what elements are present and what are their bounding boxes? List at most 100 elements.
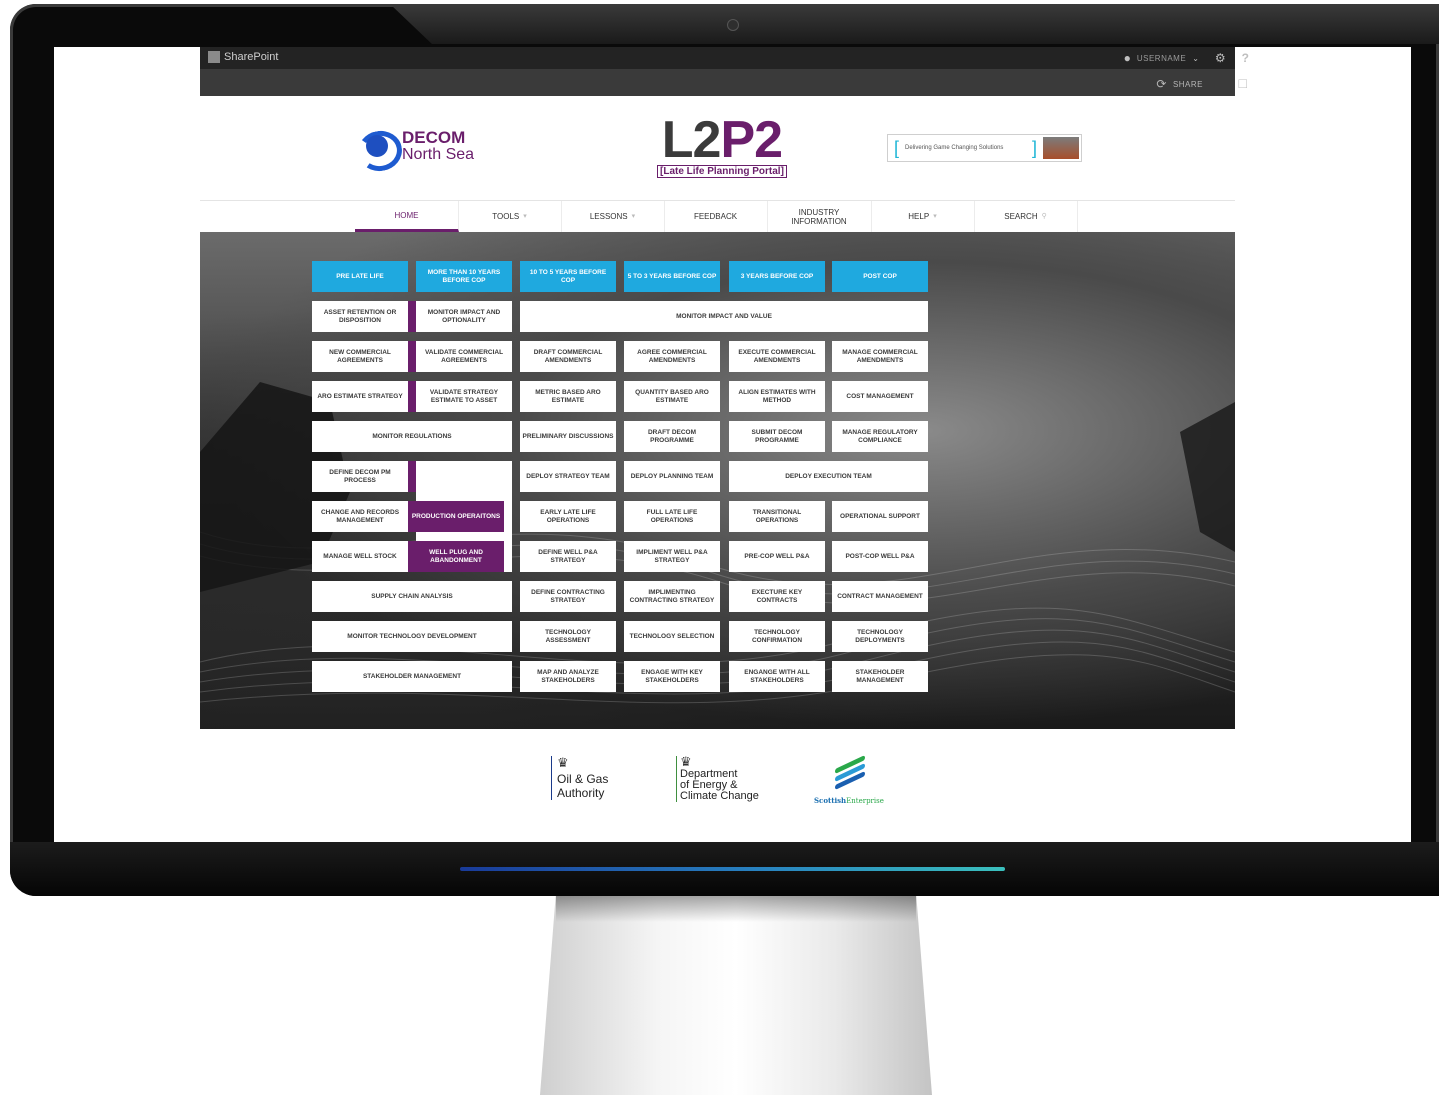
matrix-cell[interactable]: DEPLOY PLANNING TEAM — [624, 461, 720, 492]
matrix-cell[interactable]: DEFINE WELL P&A STRATEGY — [520, 541, 616, 572]
matrix-cell[interactable]: CHANGE AND RECORDS MANAGEMENT — [312, 501, 408, 532]
matrix-cell[interactable]: TECHNOLOGY ASSESSMENT — [520, 621, 616, 652]
matrix-cell[interactable]: DRAFT COMMERCIAL AMENDMENTS — [520, 341, 616, 372]
banner-image — [1043, 137, 1079, 159]
monitor-stand — [540, 896, 932, 1095]
matrix-cell[interactable]: OPERATIONAL SUPPORT — [832, 501, 928, 532]
phase-header[interactable]: 10 TO 5 YEARS BEFORE CoP — [520, 261, 616, 292]
nav-industry-information[interactable]: INDUSTRY INFORMATION — [767, 201, 872, 232]
matrix-cell[interactable]: CONTRACT MANAGEMENT — [832, 581, 928, 612]
decom-logo-line2: North Sea — [402, 145, 475, 163]
nav-tools[interactable]: TOOLS ▾ — [458, 201, 562, 232]
phase-header[interactable]: PRE LATE LIFE — [312, 261, 408, 292]
matrix-cell[interactable]: POST-CoP WELL P&A — [832, 541, 928, 572]
decc-logo[interactable]: ♛ Department of Energy & Climate Change — [676, 755, 759, 802]
scottish-enterprise-logo[interactable]: ScottishEnterprise — [814, 755, 884, 805]
matrix-cell[interactable]: ARO ESTIMATE STRATEGY — [312, 381, 408, 412]
matrix-cell[interactable]: MONITOR REGULATIONS — [312, 421, 512, 452]
sharepoint-brand[interactable]: SharePoint — [208, 51, 278, 63]
scottish-enterprise-wordmark: ScottishEnterprise — [814, 796, 884, 805]
matrix-cell[interactable]: IMPLIMENT WELL P&A STRATEGY — [624, 541, 720, 572]
chevron-down-icon: ▾ — [523, 213, 527, 220]
phase-header[interactable]: 3 YEARS BEFORE CoP — [729, 261, 825, 292]
matrix-cell[interactable]: ENGAGE WITH KEY STAKEHOLDERS — [624, 661, 720, 692]
matrix-cell[interactable]: TRANSITIONAL OPERATIONS — [729, 501, 825, 532]
main-nav: HOME TOOLS ▾ LESSONS ▾ FEEDBACK INDUSTRY I… — [200, 200, 1235, 233]
matrix-cell[interactable]: IMPLIMENTING CONTRACTING STRATEGY — [624, 581, 720, 612]
share-icon: ⟳ — [1156, 77, 1167, 91]
matrix-cell[interactable]: MAP AND ANALYZE STAKEHOLDERS — [520, 661, 616, 692]
phase-header[interactable]: POST CoP — [832, 261, 928, 292]
row-label[interactable]: WELL PLUG AND ABANDONMENT — [408, 541, 504, 572]
suite-bar-icons: ● USERNAME ⌄ ⚙ ? — [1124, 51, 1249, 65]
matrix-cell[interactable]: COST MANAGEMENT — [832, 381, 928, 412]
monitor-light-strip — [460, 867, 1005, 871]
sharepoint-ribbon — [200, 69, 1235, 96]
matrix-cell[interactable]: PRELIMINARY DISCUSSIONS — [520, 421, 616, 452]
oil-gas-authority-logo[interactable]: ♛ Oil & Gas Authority — [551, 756, 608, 800]
matrix-cell[interactable]: TECHNOLOGY CONFIRMATION — [729, 621, 825, 652]
matrix-cell[interactable]: ENGANGE WITH ALL STAKEHOLDERS — [729, 661, 825, 692]
matrix-cell[interactable]: DEPLOY EXECUTION TEAM — [729, 461, 928, 492]
matrix-cell[interactable]: EXECUTE COMMERCIAL AMENDMENTS — [729, 341, 825, 372]
matrix-cell[interactable]: ASSET RETENTION OR DISPOSITION — [312, 301, 408, 332]
nav-home[interactable]: HOME — [355, 201, 459, 232]
matrix-cell[interactable]: VALIDATE COMMERCIAL AGREEMENTS — [416, 341, 512, 372]
matrix-cell[interactable]: VALIDATE STRATEGY ESTIMATE TO ASSET — [416, 381, 512, 412]
phase-header[interactable]: 5 TO 3 YEARS BEFORE CoP — [624, 261, 720, 292]
sharepoint-icon — [208, 51, 220, 63]
matrix-cell[interactable]: STAKEHOLDER MANAGEMENT — [312, 661, 512, 692]
camera-icon — [727, 19, 739, 31]
matrix-cell[interactable]: AGREE COMMERCIAL AMENDMENTS — [624, 341, 720, 372]
game-changing-banner[interactable]: [ Delivering Game Changing Solutions ] — [887, 134, 1082, 162]
l2p2-logo[interactable]: L2P2 [Late Life Planning Portal] — [657, 113, 787, 178]
chevron-down-icon: ▾ — [631, 213, 636, 220]
matrix-cell[interactable]: NEW COMMERCIAL AGREEMENTS — [312, 341, 408, 372]
monitor-gloss — [390, 4, 1439, 44]
matrix-cell[interactable]: MANAGE WELL STOCK — [312, 541, 408, 572]
matrix-cell[interactable]: FULL LATE LIFE OPERATIONS — [624, 501, 720, 532]
matrix-cell[interactable]: MONITOR IMPACT AND OPTIONALITY — [416, 301, 512, 332]
matrix-cell[interactable]: SUPPLY CHAIN ANALYSIS — [312, 581, 512, 612]
nav-lessons[interactable]: LESSONS ▾ — [561, 201, 665, 232]
help-icon[interactable]: ? — [1242, 51, 1249, 65]
matrix-cell[interactable]: ALIGN ESTIMATES WITH METHOD — [729, 381, 825, 412]
matrix-cell[interactable]: TECHNOLOGY DEPLOYMENTS — [832, 621, 928, 652]
matrix-cell[interactable]: MONITOR TECHNOLOGY DEVELOPMENT — [312, 621, 512, 652]
banner-text: Delivering Game Changing Solutions — [905, 145, 1004, 151]
focus-icon[interactable]: □ — [1239, 75, 1247, 91]
matrix-cell[interactable]: STAKEHOLDER MANAGEMENT — [832, 661, 928, 692]
phase-header[interactable]: MORE THAN 10 YEARS BEFORE CoP — [416, 261, 512, 292]
user-menu[interactable]: ● USERNAME ⌄ — [1124, 51, 1199, 65]
share-label: SHARE — [1172, 79, 1203, 89]
matrix-cell[interactable]: DEFINE DECOM PM PROCESS — [312, 461, 408, 492]
nav-help[interactable]: HELP ▾ — [871, 201, 975, 232]
matrix-cell[interactable]: DEFINE CONTRACTING STRATEGY — [520, 581, 616, 612]
matrix-cell[interactable]: METRIC BASED ARO ESTIMATE — [520, 381, 616, 412]
stand-shadow — [556, 896, 916, 922]
matrix-cell[interactable]: EARLY LATE LIFE OPERATIONS — [520, 501, 616, 532]
matrix-cell[interactable]: DRAFT DECOM PROGRAMME — [624, 421, 720, 452]
chevron-down-icon: ⌄ — [1192, 53, 1199, 63]
matrix-cell[interactable]: MANAGE COMMERCIAL AMENDMENTS — [832, 341, 928, 372]
partner-logos: ♛ Oil & Gas Authority ♛ Department of En… — [54, 752, 1411, 832]
matrix-cell[interactable]: QUANTITY BASED ARO ESTIMATE — [624, 381, 720, 412]
search-icon: ⚲ — [1041, 213, 1047, 220]
matrix-cell[interactable]: TECHNOLOGY SELECTION — [624, 621, 720, 652]
screen: SharePoint ● USERNAME ⌄ ⚙ ? ⟳ SHARE □ DE… — [54, 47, 1411, 842]
matrix-cell[interactable]: MANAGE REGULATORY COMPLIANCE — [832, 421, 928, 452]
matrix-cell[interactable]: PRE-CoP WELL P&A — [729, 541, 825, 572]
nav-search[interactable]: SEARCH ⚲ — [974, 201, 1078, 232]
decom-north-sea-logo[interactable]: DECOM North Sea — [354, 127, 475, 175]
sharepoint-label: SharePoint — [224, 51, 279, 63]
matrix-cell[interactable]: SUBMIT DECOM PROGRAMME — [729, 421, 825, 452]
matrix-cell[interactable]: EXECTURE KEY CONTRACTS — [729, 581, 825, 612]
nav-feedback[interactable]: FEEDBACK — [664, 201, 768, 232]
chevron-down-icon: ▾ — [933, 213, 937, 220]
gear-icon[interactable]: ⚙ — [1215, 51, 1226, 65]
matrix-cell[interactable]: MONITOR IMPACT AND VALUE — [520, 301, 928, 332]
decom-logo-line1: DECOM — [402, 127, 466, 147]
matrix-cell[interactable]: DEPLOY STRATEGY TEAM — [520, 461, 616, 492]
share-button[interactable]: ⟳ SHARE — [1156, 77, 1203, 91]
row-label[interactable]: PRODUCTION OPERAITONS — [408, 501, 504, 532]
